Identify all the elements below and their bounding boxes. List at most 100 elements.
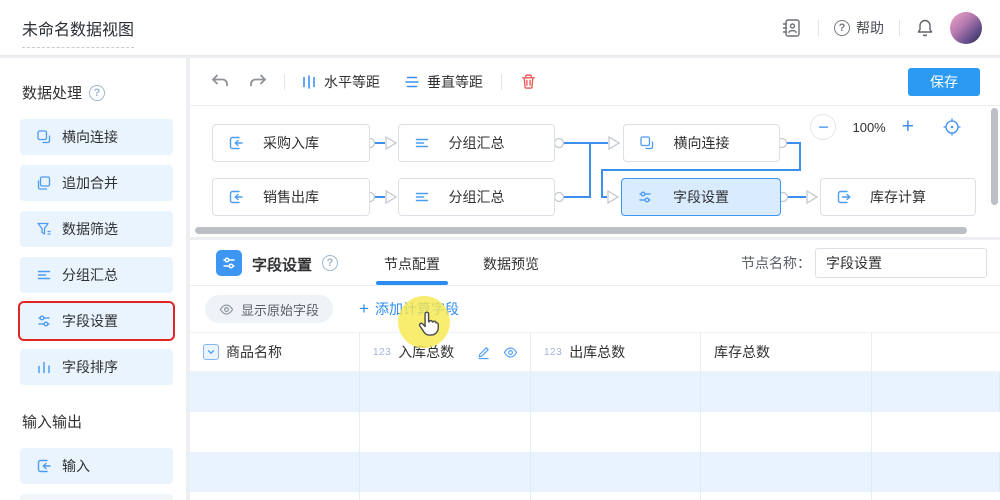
contacts-icon[interactable] — [781, 17, 803, 39]
node-label: 字段设置 — [673, 187, 729, 207]
question-icon[interactable]: ? — [89, 85, 105, 101]
input-icon — [36, 458, 52, 474]
preview-table: 商品名称 123 入库总数 123 出库总数 库存总数 — [190, 332, 1000, 500]
group-icon — [36, 267, 52, 283]
section-title: 数据处理 — [22, 82, 82, 103]
show-original-label: 显示原始字段 — [241, 300, 319, 319]
sidebar-item-output: 输出 — [20, 494, 173, 500]
locate-icon[interactable] — [942, 117, 962, 137]
align-vertical-label: 垂直等距 — [427, 72, 483, 92]
node-inventory-calc[interactable]: 库存计算 — [820, 178, 976, 216]
bell-icon[interactable] — [915, 18, 935, 38]
eye-icon — [219, 302, 234, 317]
undo-button[interactable] — [210, 73, 230, 90]
node-hjoin[interactable]: 横向连接 — [623, 124, 780, 162]
column-header-product-name[interactable]: 商品名称 — [190, 333, 360, 371]
add-calc-label: 添加计算字段 — [375, 299, 459, 319]
group-icon — [414, 189, 430, 205]
node-fieldset[interactable]: 字段设置 — [621, 178, 781, 216]
redo-button[interactable] — [248, 73, 268, 90]
sidebar-item-append[interactable]: 追加合并 — [20, 165, 173, 201]
zoom-in-button[interactable]: + — [902, 115, 914, 139]
delete-button[interactable] — [520, 73, 537, 90]
column-header-outbound-total[interactable]: 123 出库总数 — [531, 333, 701, 371]
column-label: 商品名称 — [226, 342, 282, 362]
page-title[interactable]: 未命名数据视图 — [22, 16, 134, 48]
table-row[interactable] — [190, 452, 1000, 492]
node-group-summary-2[interactable]: 分组汇总 — [398, 178, 555, 216]
show-original-fields-button[interactable]: 显示原始字段 — [205, 295, 333, 323]
node-label: 销售出库 — [263, 187, 319, 207]
divider — [818, 20, 819, 36]
sidebar-item-group[interactable]: 分组汇总 — [20, 257, 173, 293]
zoom-level: 100% — [852, 120, 885, 135]
divider — [284, 74, 285, 90]
numeric-type-icon: 123 — [373, 347, 391, 358]
divider — [899, 20, 900, 36]
filter-icon — [36, 221, 52, 237]
vertical-distribute-icon — [404, 74, 420, 90]
sidebar-item-hjoin[interactable]: 横向连接 — [20, 119, 173, 155]
section-title: 输入输出 — [22, 411, 82, 432]
active-tab-indicator — [376, 281, 448, 285]
column-label: 库存总数 — [714, 342, 770, 362]
horizontal-scrollbar[interactable] — [195, 227, 967, 234]
column-label: 入库总数 — [398, 342, 454, 362]
output-icon — [836, 189, 852, 205]
help-button[interactable]: ? 帮助 — [834, 18, 884, 38]
help-label: 帮助 — [856, 18, 884, 38]
align-horizontal-button[interactable]: 水平等距 — [301, 72, 380, 92]
node-name-input[interactable] — [815, 248, 987, 278]
panel-title: 字段设置 — [252, 254, 312, 275]
vertical-scrollbar[interactable] — [991, 108, 998, 205]
zoom-out-button[interactable]: − — [810, 114, 836, 140]
sidebar-item-input[interactable]: 输入 — [20, 448, 173, 484]
group-icon — [414, 135, 430, 151]
trash-icon — [520, 73, 537, 90]
align-horizontal-label: 水平等距 — [324, 72, 380, 92]
node-label: 分组汇总 — [449, 187, 505, 207]
add-calculated-field-button[interactable]: + 添加计算字段 — [359, 299, 459, 319]
avatar[interactable] — [950, 12, 982, 44]
save-button[interactable]: 保存 — [908, 68, 980, 96]
sidebar-item-fieldsort[interactable]: 字段排序 — [20, 349, 173, 385]
column-header-empty — [872, 333, 1000, 371]
numeric-type-icon: 123 — [544, 347, 562, 358]
sidebar-item-label: 字段排序 — [62, 357, 118, 377]
sidebar-item-fieldset[interactable]: 字段设置 — [20, 303, 173, 339]
question-icon[interactable]: ? — [322, 255, 338, 271]
eye-icon[interactable] — [503, 345, 518, 360]
column-header-inbound-total[interactable]: 123 入库总数 — [360, 333, 531, 371]
node-purchase-inbound[interactable]: 采购入库 — [212, 124, 370, 162]
sidebar-item-label: 数据筛选 — [62, 219, 118, 239]
node-group-summary-1[interactable]: 分组汇总 — [398, 124, 555, 162]
column-header-inventory-total[interactable]: 库存总数 — [701, 333, 872, 371]
sort-icon — [36, 359, 52, 375]
node-label: 采购入库 — [263, 133, 319, 153]
node-sales-outbound[interactable]: 销售出库 — [212, 178, 370, 216]
table-row[interactable] — [190, 412, 1000, 452]
canvas-toolbar: 水平等距 垂直等距 保存 — [190, 58, 1000, 106]
table-row[interactable] — [190, 372, 1000, 412]
edit-icon[interactable] — [476, 345, 491, 360]
table-row[interactable] — [190, 492, 1000, 500]
append-icon — [36, 175, 52, 191]
flow-canvas[interactable]: 采购入库 分组汇总 横向连接 销售出库 分组汇总 字段设置 库存计算 − 10 — [190, 106, 1000, 236]
align-vertical-button[interactable]: 垂直等距 — [404, 72, 483, 92]
sliders-icon — [221, 255, 237, 271]
divider — [501, 74, 502, 90]
top-bar: 未命名数据视图 ? 帮助 — [0, 0, 1000, 56]
hjoin-icon — [36, 129, 52, 145]
fieldset-panel-icon — [216, 250, 242, 276]
field-type-icon[interactable] — [203, 344, 219, 360]
tab-data-preview[interactable]: 数据预览 — [483, 254, 539, 274]
zoom-controls: − 100% + — [810, 114, 962, 140]
node-label: 横向连接 — [674, 133, 730, 153]
tab-node-config[interactable]: 节点配置 — [384, 254, 440, 274]
sidebar-item-filter[interactable]: 数据筛选 — [20, 211, 173, 247]
sidebar-item-label: 追加合并 — [62, 173, 118, 193]
question-icon: ? — [834, 20, 850, 36]
table-header-row: 商品名称 123 入库总数 123 出库总数 库存总数 — [190, 332, 1000, 372]
plus-icon: + — [359, 299, 369, 319]
input-icon — [228, 189, 244, 205]
